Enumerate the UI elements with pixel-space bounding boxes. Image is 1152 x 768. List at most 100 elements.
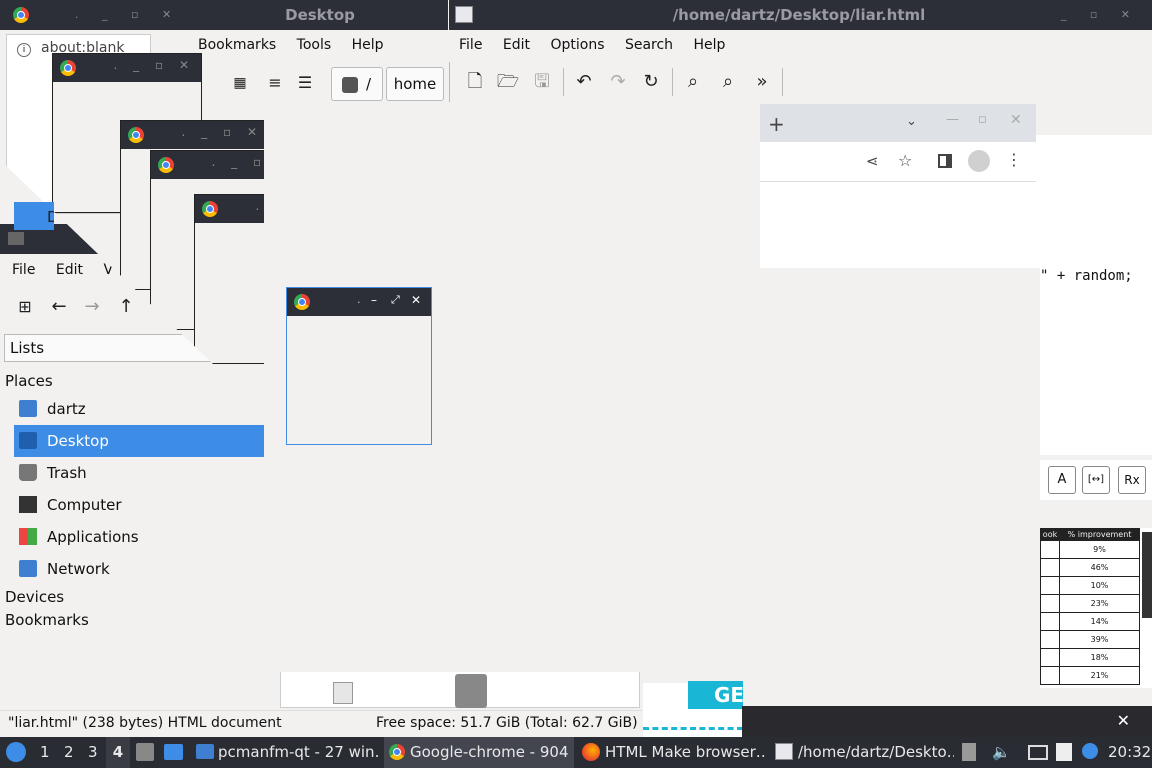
table-cell: 39%	[1059, 630, 1140, 649]
status-free-space: Free space: 51.7 GiB (Total: 62.7 GiB)	[376, 715, 638, 731]
find-icon[interactable]: ⌕	[678, 67, 708, 97]
place-label: Desktop	[47, 432, 109, 450]
menu-tools[interactable]: Tools	[289, 31, 340, 59]
menu-help[interactable]: Help	[344, 31, 392, 59]
side-panel-icon[interactable]	[938, 154, 952, 168]
task-editor-icon	[775, 743, 793, 760]
editor-window-controls[interactable]: _ ▫ ✕	[1061, 8, 1140, 21]
menu-view[interactable]: V	[95, 256, 121, 284]
tray-network-icon[interactable]	[1028, 745, 1048, 760]
pdf-left-area: GE	[643, 681, 744, 737]
tray-volume-icon[interactable]	[962, 743, 976, 761]
editor-menu-search[interactable]: Search	[617, 31, 681, 59]
close-icon[interactable]: ✕	[1010, 112, 1022, 128]
place-desktop[interactable]: Desktop	[14, 425, 264, 457]
open-file-icon[interactable]: 🗁	[493, 67, 523, 97]
place-dartz[interactable]: dartz	[14, 393, 264, 425]
share-icon[interactable]: ⋖	[866, 152, 879, 170]
table-cell: 46%	[1059, 558, 1140, 577]
workspace-2[interactable]: 2	[64, 737, 74, 768]
up-arrow-icon[interactable]: ↑	[111, 292, 141, 322]
list-view-icon[interactable]: ☰	[290, 68, 320, 98]
editor-menu-options[interactable]: Options	[542, 31, 612, 59]
chrome-small-titlebar[interactable]: . – ⤢ ✕	[287, 288, 431, 316]
profile-avatar[interactable]	[968, 150, 990, 172]
back-arrow-icon[interactable]: ←	[44, 292, 74, 322]
menu-file[interactable]: File	[4, 256, 43, 284]
undo-icon[interactable]: ↶	[569, 67, 599, 97]
places-heading: Places	[5, 372, 53, 390]
editor-menu-help[interactable]: Help	[686, 31, 734, 59]
workspace-4[interactable]: 4	[106, 737, 130, 768]
workspace-3[interactable]: 3	[88, 737, 98, 768]
bookmark-star-icon[interactable]: ☆	[898, 151, 912, 170]
find-replace-icon[interactable]: ⌕	[713, 67, 743, 97]
editor-menubar: File Edit Options Search Help	[451, 31, 733, 59]
maximize-icon[interactable]: ⤢	[391, 293, 400, 307]
task-firefox[interactable]: HTML Make browser…	[605, 737, 765, 768]
trash-file-icon[interactable]	[455, 674, 487, 708]
place-trash[interactable]: Trash	[14, 457, 264, 489]
table-cell: 10%	[1059, 576, 1140, 595]
pcmanfm-menubar: Bookmarks Tools Help	[190, 31, 392, 59]
place-label: dartz	[47, 400, 86, 418]
window-controls[interactable]: . _ ▫ ✕	[75, 8, 181, 21]
menu-bookmarks[interactable]: Bookmarks	[190, 31, 284, 59]
new-tab-button[interactable]: +	[768, 112, 785, 136]
place-label: Applications	[47, 528, 139, 546]
reload-icon[interactable]: ↻	[636, 67, 666, 97]
more-tools-icon[interactable]: »	[747, 67, 777, 97]
editor-titlebar[interactable]: /home/dartz/Desktop/liar.html _ ▫ ✕	[449, 0, 1152, 30]
show-desktop-icon[interactable]	[164, 744, 183, 760]
code-line: " + random;	[1040, 268, 1133, 284]
rx-button[interactable]: Rx	[1118, 466, 1146, 494]
close-icon[interactable]: ✕	[411, 293, 421, 307]
editor-menu-file[interactable]: File	[451, 31, 490, 59]
path-root-label: /	[366, 75, 372, 93]
new-tab-icon[interactable]: ⊞	[10, 292, 40, 322]
table-cell: 18%	[1059, 648, 1140, 667]
minimize-icon[interactable]: —	[946, 112, 959, 127]
chrome-small-window[interactable]: . – ⤢ ✕	[286, 287, 432, 445]
path-root-button[interactable]: /	[331, 67, 383, 101]
maximize-icon[interactable]: ▫	[978, 112, 987, 127]
tray-update-icon[interactable]	[1082, 743, 1098, 759]
code-button[interactable]: [↔]	[1082, 466, 1110, 494]
folder-icon	[8, 232, 24, 245]
tray-speaker-icon[interactable]: 🔈	[992, 743, 1011, 761]
chrome-menu-icon[interactable]: ⋮	[1006, 150, 1022, 169]
file-manager-launcher-icon[interactable]	[136, 743, 154, 761]
computer-icon	[19, 496, 37, 513]
window-menu-dot[interactable]: .	[357, 293, 361, 306]
clock: 20:32	[1108, 743, 1152, 761]
toolbar-separator	[672, 68, 673, 96]
notification-close-icon[interactable]: ✕	[1117, 711, 1130, 730]
font-size-button[interactable]: A	[1048, 466, 1076, 494]
redo-icon[interactable]: ↷	[603, 67, 633, 97]
window-title: Desktop	[285, 6, 355, 24]
new-file-icon[interactable]: 🗋	[460, 67, 490, 97]
start-menu-icon[interactable]	[6, 742, 26, 762]
tray-clipboard-icon[interactable]	[1056, 743, 1072, 761]
path-home-button[interactable]: home	[386, 67, 444, 101]
tab-search-icon[interactable]: ⌄	[906, 114, 917, 129]
place-computer[interactable]: Computer	[14, 489, 264, 521]
place-applications[interactable]: Applications	[14, 521, 264, 553]
save-file-icon[interactable]: 🖫	[527, 67, 557, 97]
place-network[interactable]: Network	[14, 553, 264, 585]
forward-arrow-icon[interactable]: →	[77, 292, 107, 322]
minimize-icon[interactable]: –	[371, 293, 377, 307]
menu-edit[interactable]: Edit	[48, 256, 91, 284]
pdf-table-area: ook % improvement 9% 46% 10% 23% 14% 39%…	[1039, 528, 1152, 688]
pcmanfm-titlebar[interactable]: . _ ▫ ✕ Desktop	[0, 0, 448, 30]
workspace-1[interactable]: 1	[40, 737, 50, 768]
compact-view-icon[interactable]: ≡	[260, 68, 290, 98]
file-manager-menubar: File Edit V	[4, 256, 121, 284]
editor-menu-edit[interactable]: Edit	[495, 31, 538, 59]
task-chrome[interactable]: Google-chrome - 904…	[410, 737, 570, 768]
editor-text-area[interactable]: " + random;	[1035, 135, 1152, 455]
task-pcmanfm[interactable]: pcmanfm-qt - 27 win…	[218, 737, 378, 768]
task-editor[interactable]: /home/dartz/Deskto…	[798, 737, 954, 768]
icon-view-icon[interactable]: ▦	[225, 68, 255, 98]
document-icon[interactable]	[333, 682, 353, 704]
